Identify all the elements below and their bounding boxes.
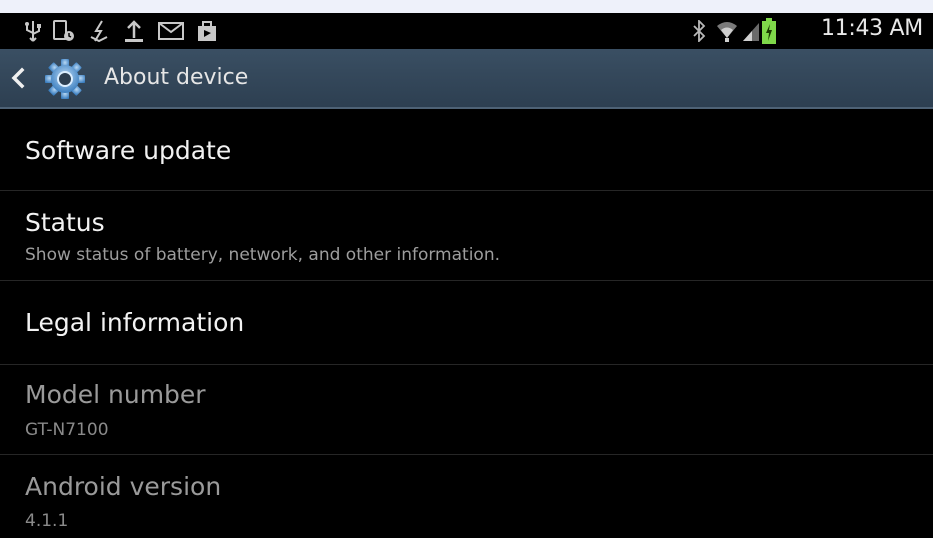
usb-icon bbox=[24, 19, 42, 43]
list-item-title: Android version bbox=[25, 472, 222, 501]
gear-icon[interactable] bbox=[44, 58, 86, 100]
wifi-icon bbox=[716, 19, 738, 43]
list-item-model-number: Model number GT-N7100 bbox=[0, 365, 933, 455]
phone-screen: 11:43 AM About device Software update St… bbox=[0, 13, 933, 538]
list-item-summary: GT-N7100 bbox=[25, 420, 109, 440]
action-bar: About device bbox=[0, 49, 933, 109]
settings-list: Software update Status Show status of ba… bbox=[0, 109, 933, 538]
phone-recording-icon bbox=[52, 19, 76, 43]
bluetooth-icon bbox=[692, 19, 706, 43]
download-icon bbox=[88, 19, 110, 43]
status-time: 11:43 AM bbox=[820, 16, 923, 41]
email-icon bbox=[158, 19, 184, 43]
upload-icon bbox=[122, 19, 146, 43]
chevron-left-icon[interactable] bbox=[10, 66, 26, 90]
list-item-summary: 4.1.1 bbox=[25, 511, 69, 531]
list-item-summary: Show status of battery, network, and oth… bbox=[25, 245, 501, 265]
store-icon bbox=[196, 19, 218, 43]
list-item-title: Software update bbox=[25, 136, 232, 165]
list-item-software-update[interactable]: Software update bbox=[0, 109, 933, 191]
list-item-title: Status bbox=[25, 208, 105, 237]
list-item-title: Legal information bbox=[25, 308, 245, 337]
list-item-android-version[interactable]: Android version 4.1.1 bbox=[0, 455, 933, 538]
battery-icon bbox=[762, 18, 776, 44]
list-item-title: Model number bbox=[25, 380, 206, 409]
list-item-status[interactable]: Status Show status of battery, network, … bbox=[0, 191, 933, 281]
status-bar: 11:43 AM bbox=[0, 13, 933, 49]
list-item-legal-information[interactable]: Legal information bbox=[0, 281, 933, 365]
page-title: About device bbox=[104, 65, 249, 90]
signal-icon bbox=[742, 19, 760, 43]
